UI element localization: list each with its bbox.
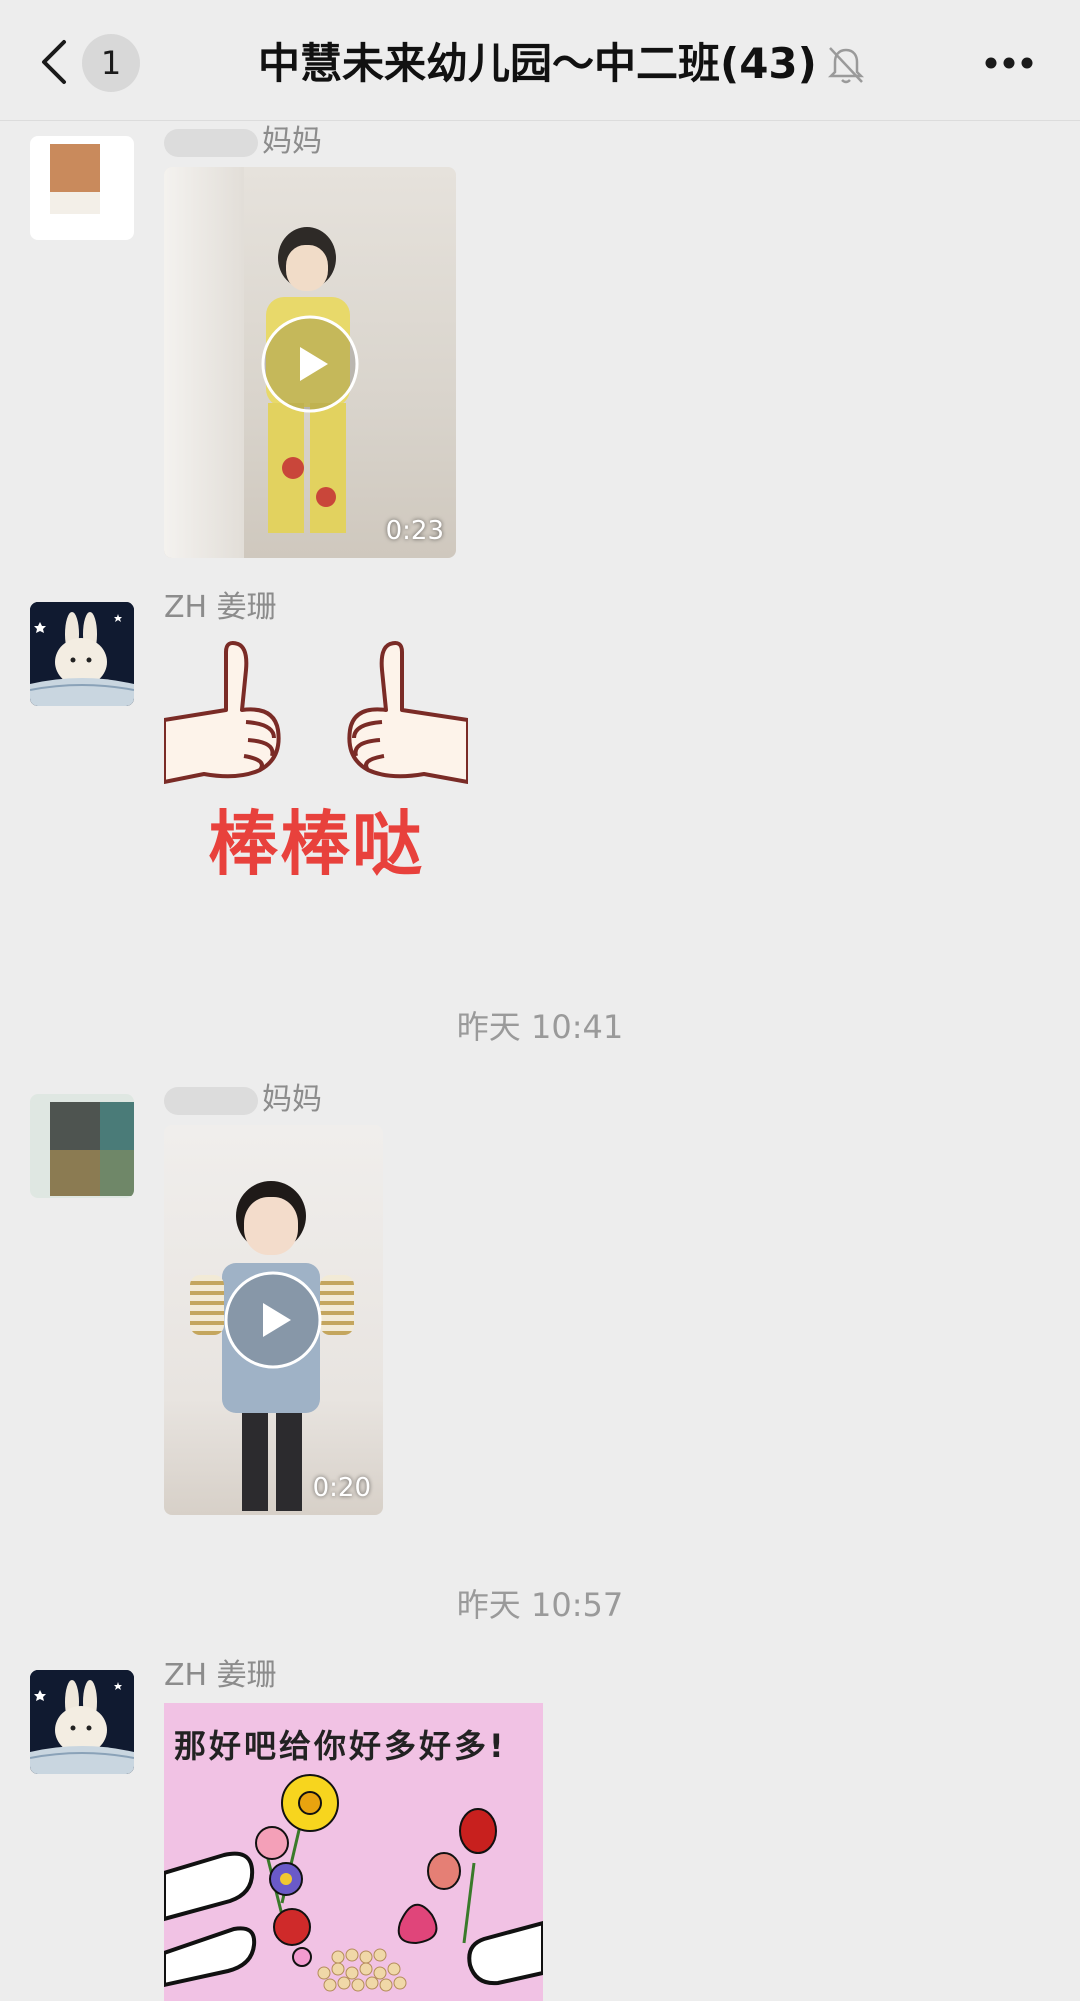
avatar[interactable]	[30, 1094, 134, 1198]
flowers-sticker	[164, 1774, 543, 1992]
back-arrow-icon[interactable]	[36, 38, 76, 86]
more-options-icon[interactable]	[984, 56, 1034, 70]
sender-name: ZH 姜珊	[164, 1658, 277, 1693]
sender-name: ZH 姜珊	[164, 590, 277, 625]
sticker-message[interactable]: 那好吧给你好多好多!	[164, 1703, 543, 2001]
timestamp: 昨天 10:41	[456, 1008, 624, 1046]
avatar[interactable]	[30, 136, 134, 240]
avatar[interactable]	[30, 602, 134, 706]
video-message[interactable]: 0:20	[164, 1125, 383, 1515]
play-icon[interactable]	[223, 1270, 323, 1370]
sticker-message[interactable]: 棒棒哒	[162, 640, 470, 885]
sender-name: 妈妈	[164, 122, 322, 162]
video-duration: 0:23	[385, 516, 444, 546]
rabbit-avatar-image	[30, 602, 134, 706]
video-thumbnail-wall	[164, 167, 244, 558]
unread-count-badge[interactable]: 1	[82, 34, 140, 92]
blurred-name	[164, 128, 258, 157]
sticker-caption: 棒棒哒	[208, 803, 424, 885]
blurred-name	[164, 1086, 258, 1115]
chat-title: 中慧未来幼儿园～中二班(43)	[258, 39, 817, 88]
video-message[interactable]: 0:23	[164, 167, 456, 558]
mute-bell-icon	[827, 47, 865, 84]
avatar[interactable]	[30, 1670, 134, 1774]
sender-name: 妈妈	[164, 1080, 322, 1120]
rabbit-avatar-image	[30, 1670, 134, 1774]
play-icon[interactable]	[260, 314, 360, 414]
video-duration: 0:20	[312, 1473, 371, 1503]
timestamp: 昨天 10:57	[456, 1586, 624, 1624]
chat-header: 1 中慧未来幼儿园～中二班(43)	[0, 0, 1080, 121]
